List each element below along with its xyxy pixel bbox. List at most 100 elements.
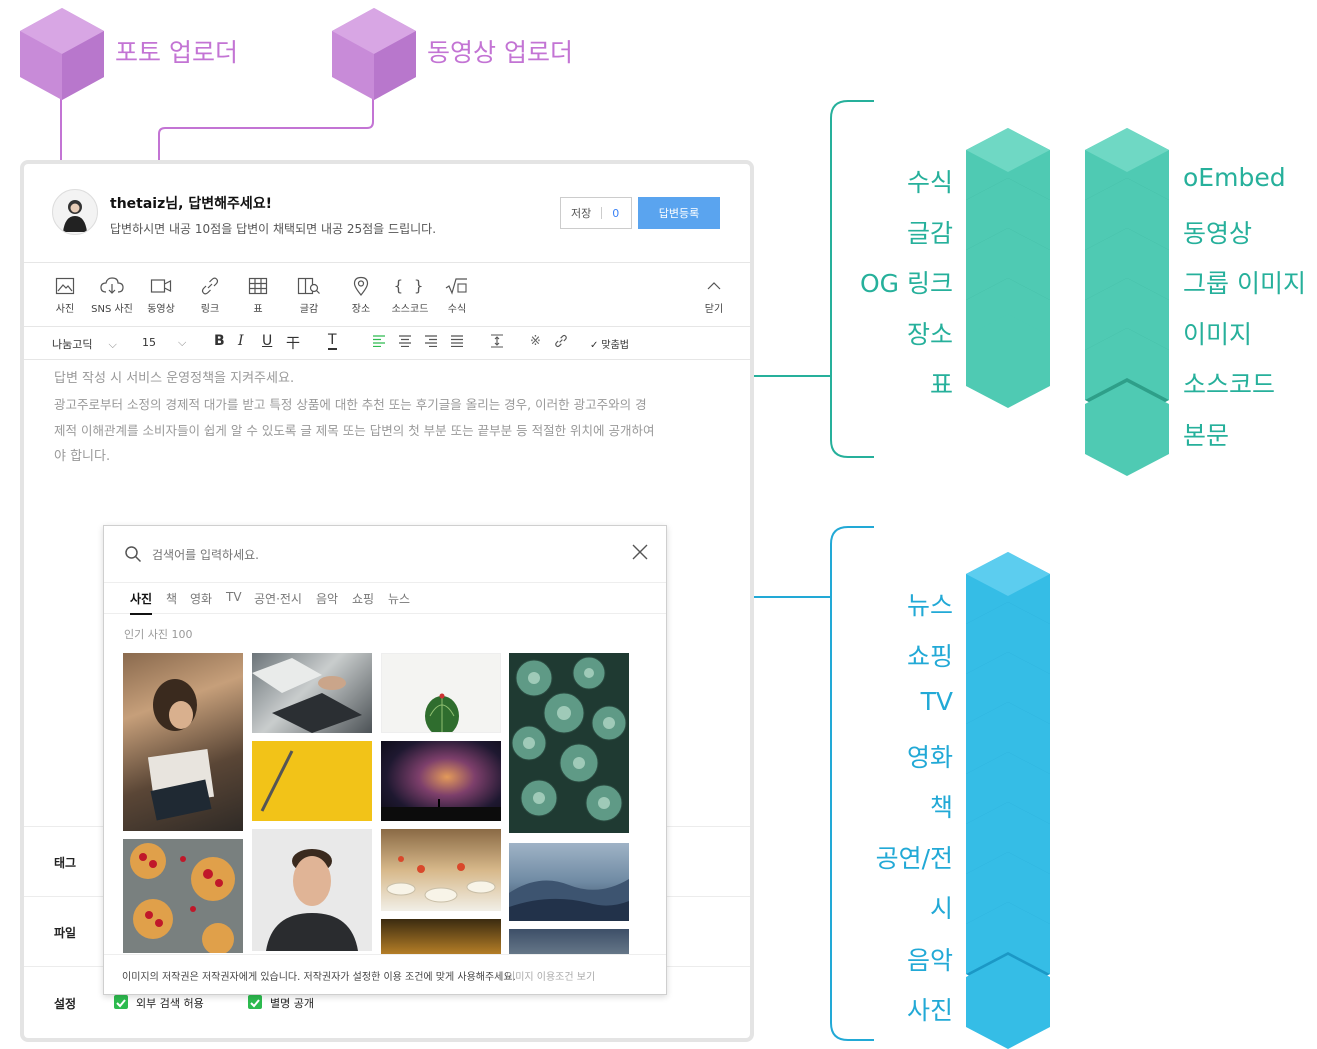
photo-icon [55,277,75,295]
chevron-down-icon: ⌵ [108,338,117,351]
header-title: thetaiz님, 답변해주세요! [110,193,272,213]
insert-toolbar: 사진 SNS 사진 동영상 링크 표 글감 장소 { } 소스코드 수식 닫기 [24,263,750,327]
font-family-select[interactable]: 나눔고딕 ⌵ [52,336,117,352]
editor-line-4: 야 합니다. [54,449,111,464]
photo-thumb-woman-tablet[interactable] [123,653,243,831]
sqrt-icon [445,278,467,295]
line-height-button[interactable] [490,334,504,351]
toolbar-photo-label: 사진 [55,304,75,315]
legend-og-link: OG 링크 [860,269,953,298]
table-icon [248,277,268,295]
photo-thumb-laptops[interactable] [252,653,372,733]
legend-group-image: 그룹 이미지 [1183,269,1306,298]
legend-video: 동영상 [1183,219,1253,248]
legend-table: 표 [929,370,953,399]
legend-formula: 수식 [906,168,953,197]
video-uploader-label: 동영상 업로더 [427,38,573,67]
editor-line-1: 답변 작성 시 서비스 운영정책을 지켜주세요. [54,371,295,386]
legend-image: 이미지 [1183,320,1253,349]
close-icon[interactable] [632,544,648,560]
check-icon: ✓ [590,340,599,351]
toolbar-close[interactable]: 닫기 [700,275,728,315]
nickname-public-checkbox[interactable] [248,995,262,1009]
link-button[interactable] [554,334,568,351]
save-button[interactable]: 저장 0 [560,197,632,229]
toolbar-material[interactable]: 글감 [296,275,322,315]
toolbar-table[interactable]: 표 [246,275,270,315]
cloud-download-icon [100,277,124,294]
text-color-button[interactable]: T [328,332,337,350]
external-search-label: 외부 검색 허용 [136,997,204,1010]
photo-thumb-milky-way[interactable] [381,741,501,821]
photo-thumb-mountains[interactable] [509,843,629,921]
tag-label: 태그 [54,856,77,870]
nickname-public-label: 별명 공개 [270,997,314,1010]
map-pin-icon [353,276,369,296]
tab-performance[interactable]: 공연·전시 [254,590,302,607]
toolbar-components-stack-left [966,128,1050,408]
photo-thumb-yellow-pencil[interactable] [252,741,372,821]
toolbar-table-label: 표 [253,304,263,315]
photo-thumb-succulents[interactable] [509,653,629,833]
photo-thumb-dining-table[interactable] [381,829,501,911]
link-icon [201,277,219,295]
popular-photos-caption: 인기 사진 100 [124,628,193,641]
photo-uploader-label: 포토 업로더 [115,38,238,67]
font-size-value: 15 [142,336,156,349]
toolbar-video[interactable]: 동영상 [144,275,178,315]
popup-search-bar [104,526,666,583]
toolbar-sns-photo[interactable]: SNS 사진 [88,275,136,315]
legend-music: 음악 [906,946,953,975]
legend-tv: TV [920,687,953,716]
special-char-icon[interactable]: ※ [530,334,541,349]
terms-link[interactable]: 이미지 이용조건 보기 [506,968,595,983]
submit-answer-button[interactable]: 답변등록 [638,197,720,229]
legend-photo: 사진 [906,996,953,1025]
photo-thumb-cactus[interactable] [381,653,501,733]
settings-label: 설정 [54,997,77,1011]
tab-movie[interactable]: 영화 [190,590,212,607]
toolbar-source-code-label: 소스코드 [391,304,429,315]
align-left-button[interactable] [372,335,386,350]
popup-footer: 이미지의 저작권은 저작권자에게 있습니다. 저작권자가 설정한 이용 조건에 … [104,954,666,994]
toolbar-formula[interactable]: 수식 [444,275,470,315]
photo-thumb-man-portrait[interactable] [252,829,372,951]
toolbar-place[interactable]: 장소 [348,275,374,315]
photo-thumb-warm-lights[interactable] [381,919,501,959]
legend-performance: 공연/전 [875,844,953,873]
avatar [52,189,98,235]
editor-body[interactable]: 답변 작성 시 서비스 운영정책을 지켜주세요. 광고주로부터 소정의 경제적 … [54,366,734,470]
align-right-button[interactable] [424,335,438,350]
underline-button[interactable]: U [262,333,272,349]
tab-photo[interactable]: 사진 [130,590,153,615]
align-justify-button[interactable] [450,335,464,350]
spellcheck-label: 맞춤법 [601,340,629,351]
tab-shopping[interactable]: 쇼핑 [352,590,374,607]
save-label: 저장 [571,207,592,220]
toolbar-link[interactable]: 링크 [196,275,224,315]
popup-search-input[interactable] [150,542,594,568]
search-icon [125,546,142,563]
toolbar-material-label: 글감 [299,304,319,315]
user-name: thetaiz [110,196,166,212]
format-bar: 나눔고딕 ⌵ 15 ⌵ B I U 干 T ※ ✓ 맞춤법 [24,327,750,360]
toolbar-photo[interactable]: 사진 [50,275,80,315]
tab-tv[interactable]: TV [226,590,242,604]
photo-thumb-tarts[interactable] [123,839,243,953]
strikethrough-button[interactable]: 干 [286,333,300,353]
align-center-button[interactable] [398,335,412,350]
bold-button[interactable]: B [214,333,225,349]
align-justify-icon [451,335,463,348]
external-search-checkbox[interactable] [114,995,128,1009]
check-icon [116,999,126,1008]
tab-book[interactable]: 책 [166,590,177,607]
font-size-select[interactable]: 15 ⌵ [142,336,186,350]
spellcheck-button[interactable]: ✓ 맞춤법 [590,336,629,351]
tab-news[interactable]: 뉴스 [388,590,410,607]
photo-uploader-cube-icon [20,8,104,100]
italic-button[interactable]: I [238,333,244,349]
toolbar-source-code[interactable]: { } 소스코드 [388,275,432,315]
editor-header: thetaiz님, 답변해주세요! 답변하시면 내공 10점을 답변이 채택되면… [24,164,750,263]
legend-shopping: 쇼핑 [906,642,953,671]
tab-music[interactable]: 음악 [316,590,338,607]
